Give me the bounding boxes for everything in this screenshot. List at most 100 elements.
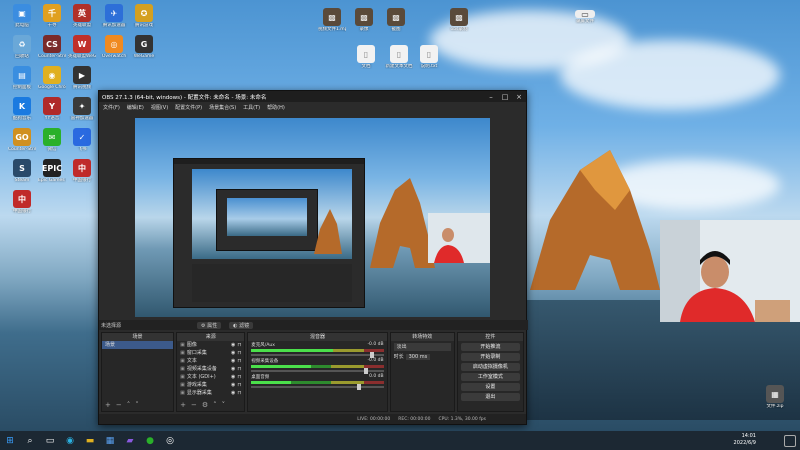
menu-item[interactable]: 文件(F) — [103, 104, 120, 111]
desktop-icon[interactable]: S Steam — [8, 159, 36, 183]
desktop-file[interactable]: ▯ 新建文本文档 — [385, 45, 413, 69]
lock-icon[interactable]: ⊓ — [237, 366, 241, 372]
visibility-icon[interactable]: ◉ — [231, 382, 235, 388]
menu-item[interactable]: 视图(V) — [151, 104, 168, 111]
desktop-icon[interactable]: W英雄联盟WeGame版 — [68, 35, 96, 59]
desktop-icon[interactable]: 中中国银行 — [8, 190, 36, 214]
scene-item[interactable]: 场景 — [102, 341, 174, 349]
lock-icon[interactable]: ⊓ — [237, 374, 241, 380]
desktop-icon[interactable]: CSCounter-Strike — [38, 35, 66, 59]
lock-icon[interactable]: ⊓ — [237, 342, 241, 348]
lock-icon[interactable]: ⊓ — [237, 390, 241, 396]
minimize-icon[interactable]: – — [484, 93, 498, 101]
remove-icon[interactable]: − — [191, 401, 197, 409]
desktop-icon[interactable]: 千千寻 — [38, 4, 66, 28]
desktop-file[interactable]: ▩ obs录制 — [445, 8, 473, 32]
visibility-icon[interactable]: ◉ — [231, 366, 235, 372]
filters-button[interactable]: ◐ 滤镜 — [229, 321, 254, 329]
volume-slider[interactable] — [251, 352, 384, 358]
source-item[interactable]: ▣ 图像 ◉ ⊓ — [177, 341, 244, 349]
wechat-icon[interactable]: ● — [140, 431, 160, 450]
menu-item[interactable]: 配置文件(P) — [175, 104, 202, 111]
desktop-file[interactable]: ▩ 录像 — [350, 8, 378, 32]
control-button[interactable]: 设置 — [460, 383, 520, 391]
close-icon[interactable]: × — [512, 93, 526, 101]
visibility-icon[interactable]: ◉ — [231, 342, 235, 348]
slider-handle[interactable] — [363, 368, 368, 374]
file-explorer-icon[interactable]: ▬ — [80, 431, 100, 450]
desktop-icon[interactable]: 中中国银行 — [68, 159, 96, 183]
system-clock[interactable]: 14:01 2022/6/9 — [734, 433, 756, 447]
visibility-icon[interactable]: ◉ — [231, 358, 235, 364]
obs-titlebar[interactable]: OBS 27.1.3 (64-bit, windows) - 配置文件: 未命名… — [99, 91, 526, 102]
desktop-icon[interactable]: GOCounter-Strike GO — [8, 128, 36, 152]
control-button[interactable]: 开始推流 — [460, 343, 520, 351]
menu-item[interactable]: 工具(T) — [243, 104, 260, 111]
desktop-file-zip[interactable]: ▦ 文件.zip — [760, 385, 790, 409]
windows-start-icon[interactable]: ⊞ — [0, 431, 20, 450]
source-item[interactable]: ▣ 游戏采集 ◉ ⊓ — [177, 381, 244, 389]
maximize-icon[interactable]: □ — [498, 93, 512, 101]
visibility-icon[interactable]: ◉ — [231, 350, 235, 356]
source-item[interactable]: ▣ 文本 (GDI+) ◉ ⊓ — [177, 373, 244, 381]
desktop-file-corner[interactable]: ▭ 录屏文件 — [570, 10, 600, 24]
transition-select[interactable]: 淡出 — [393, 343, 451, 351]
store-icon[interactable]: ▦ — [100, 431, 120, 450]
desktop-icon[interactable]: ✪ 腾讯游戏 — [130, 4, 158, 28]
desktop-icon[interactable]: 英英雄联盟 — [68, 4, 96, 28]
desktop-icon[interactable]: ✈ 腾讯加速器 — [100, 4, 128, 28]
desktop-icon[interactable]: EPICEpic Games Launcher — [38, 159, 66, 183]
desktop-icon[interactable]: ✉ 微信 — [38, 128, 66, 152]
source-item[interactable]: ▣ 显示器采集 ◉ ⊓ — [177, 389, 244, 397]
desktop-icon[interactable]: G WeGame — [130, 35, 158, 59]
menu-item[interactable]: 场景集合(S) — [209, 104, 236, 111]
desktop-icon[interactable]: Y YY语音 — [38, 97, 66, 121]
desktop-icon[interactable]: K 酷狗音乐 — [8, 97, 36, 121]
visibility-icon[interactable]: ◉ — [231, 390, 235, 396]
menu-item[interactable]: 编辑(E) — [127, 104, 144, 111]
source-item[interactable]: ▣ 窗口采集 ◉ ⊓ — [177, 349, 244, 357]
lock-icon[interactable]: ⊓ — [237, 382, 241, 388]
control-button[interactable]: 工作室模式 — [460, 373, 520, 381]
slider-handle[interactable] — [357, 384, 362, 390]
desktop-icon[interactable]: ◎ Overwatch — [100, 35, 128, 59]
desktop-icon[interactable]: ✦ 雷神加速器 — [68, 97, 96, 121]
volume-slider[interactable] — [251, 368, 384, 374]
lock-icon[interactable]: ⊓ — [237, 358, 241, 364]
up-icon[interactable]: ˄ — [213, 401, 217, 409]
preview-canvas[interactable] — [135, 118, 490, 317]
search-icon[interactable]: ⌕ — [20, 431, 40, 450]
desktop-icon[interactable]: ✓ 飞书 — [68, 128, 96, 152]
up-icon[interactable]: ˄ — [127, 401, 131, 409]
obs-taskbar-icon[interactable]: ▰ — [120, 431, 140, 450]
gear-icon[interactable]: ⚙ — [202, 401, 208, 409]
slider-handle[interactable] — [370, 352, 375, 358]
down-icon[interactable]: ˅ — [135, 401, 139, 409]
desktop-icon[interactable]: ▣ 此电脑 — [8, 4, 36, 28]
desktop-file[interactable]: ▩ 截图 — [382, 8, 410, 32]
task-view-icon[interactable]: ▭ — [40, 431, 60, 450]
notification-icon[interactable] — [784, 435, 796, 447]
volume-slider[interactable] — [251, 384, 384, 390]
lock-icon[interactable]: ⊓ — [237, 350, 241, 356]
desktop-icon[interactable]: ▶ 腾讯视频 — [68, 66, 96, 90]
desktop-icon[interactable]: ♻ 回收站 — [8, 35, 36, 59]
down-icon[interactable]: ˅ — [222, 401, 226, 409]
properties-button[interactable]: ⚙ 属性 — [197, 321, 222, 329]
source-item[interactable]: ▣ 文本 ◉ ⊓ — [177, 357, 244, 365]
control-button[interactable]: 启动虚拟摄像机 — [460, 363, 520, 371]
obs-window[interactable]: OBS 27.1.3 (64-bit, windows) - 配置文件: 未命名… — [98, 90, 528, 425]
desktop-file[interactable]: ▯ 说明.txt — [415, 45, 443, 69]
remove-icon[interactable]: − — [116, 401, 122, 409]
desktop-icon[interactable]: ◉Google Chrome — [38, 66, 66, 90]
add-icon[interactable]: + — [180, 401, 186, 409]
menu-item[interactable]: 帮助(H) — [267, 104, 285, 111]
add-icon[interactable]: + — [105, 401, 111, 409]
control-button[interactable]: 退出 — [460, 393, 520, 401]
desktop-icon[interactable]: ▤ 控制面板 — [8, 66, 36, 90]
duration-input[interactable]: 300 ms — [405, 354, 431, 360]
desktop-file[interactable]: ▯ 文档 — [352, 45, 380, 69]
control-button[interactable]: 开始录制 — [460, 353, 520, 361]
visibility-icon[interactable]: ◉ — [231, 374, 235, 380]
source-item[interactable]: ▣ 视频采集设备 ◉ ⊓ — [177, 365, 244, 373]
